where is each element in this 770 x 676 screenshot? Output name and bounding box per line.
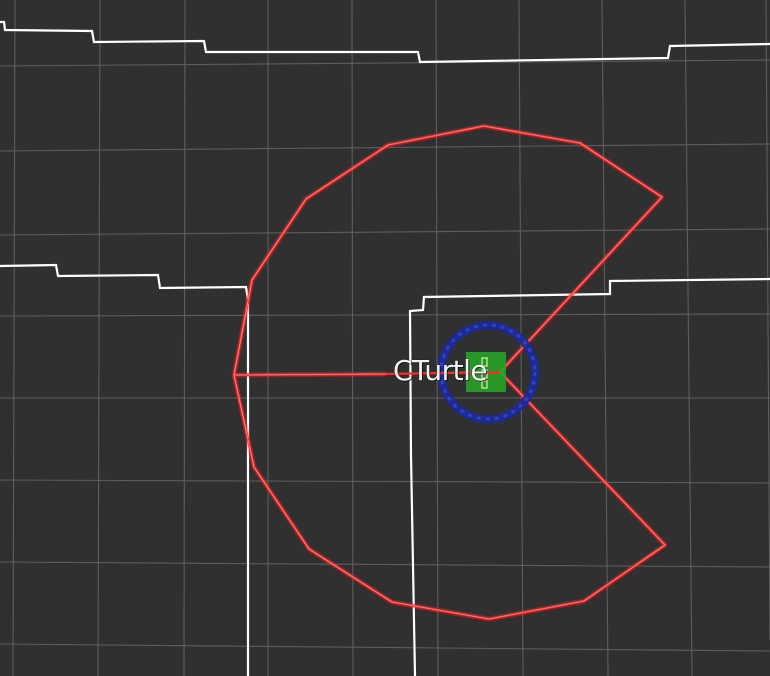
- map-viewport[interactable]: CTurtle: [0, 0, 770, 676]
- map-background: [0, 0, 770, 676]
- map-canvas[interactable]: [0, 0, 770, 676]
